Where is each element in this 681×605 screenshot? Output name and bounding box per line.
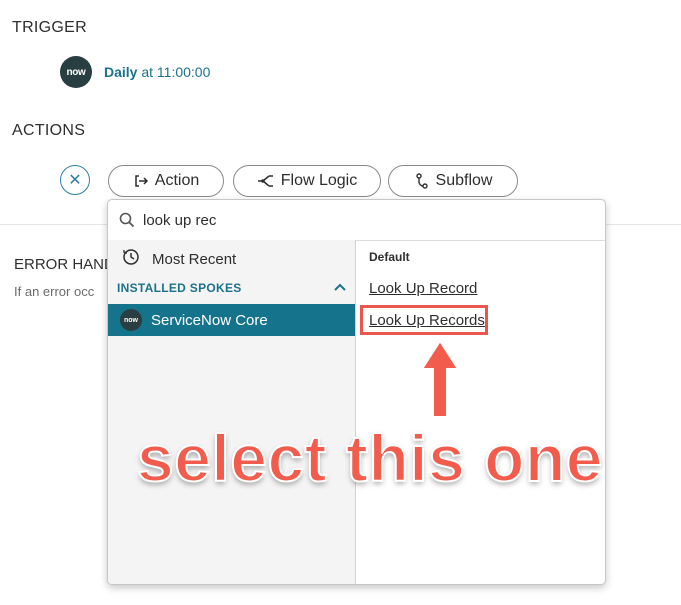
subflow-button[interactable]: Subflow <box>388 165 518 197</box>
flow-logic-button-label: Flow Logic <box>280 172 358 189</box>
results-group-label: Default <box>369 250 410 264</box>
action-button-label: Action <box>154 172 200 189</box>
result-look-up-records[interactable]: Look Up Records <box>369 312 485 329</box>
trigger-schedule-name: Daily <box>104 64 138 80</box>
trigger-section-title: TRIGGER <box>12 19 87 36</box>
subflow-button-label: Subflow <box>435 172 493 189</box>
close-icon: ✕ <box>68 172 82 189</box>
flow-logic-button[interactable]: Flow Logic <box>233 165 381 197</box>
trigger-schedule[interactable]: Daily at 11:00:00 <box>104 64 210 80</box>
chevron-up-icon <box>333 281 347 295</box>
search-icon <box>119 212 135 228</box>
annotation-arrow-icon <box>420 339 460 418</box>
close-picker-button[interactable]: ✕ <box>60 165 90 195</box>
most-recent-item[interactable]: Most Recent <box>122 248 236 270</box>
trigger-row[interactable]: now Daily at 11:00:00 <box>60 56 210 88</box>
installed-spokes-label: INSTALLED SPOKES <box>117 281 242 295</box>
servicenow-spoke-logo-icon: now <box>120 309 142 331</box>
annotation-text: select this one <box>136 420 604 496</box>
action-button[interactable]: Action <box>108 165 224 197</box>
search-bar <box>108 200 605 241</box>
clock-icon <box>122 248 140 270</box>
search-input[interactable] <box>141 210 545 230</box>
spoke-item-servicenow-core[interactable]: now ServiceNow Core <box>108 304 355 336</box>
action-picker-dropdown: Most Recent INSTALLED SPOKES now Service… <box>107 199 606 585</box>
installed-spokes-header[interactable]: INSTALLED SPOKES <box>117 281 347 295</box>
results-pane: Default Look Up Record Look Up Records <box>356 240 605 584</box>
error-handler-subtitle: If an error occ <box>14 284 95 299</box>
subflow-icon <box>414 173 430 189</box>
actions-section-title: ACTIONS <box>12 122 86 139</box>
flow-logic-icon <box>257 173 275 189</box>
error-handler-title: ERROR HAND <box>14 256 115 273</box>
action-icon <box>133 173 149 189</box>
most-recent-label: Most Recent <box>152 250 237 268</box>
result-look-up-record[interactable]: Look Up Record <box>369 280 477 297</box>
servicenow-logo-icon: now <box>60 56 92 88</box>
spoke-item-label: ServiceNow Core <box>151 311 268 329</box>
trigger-schedule-time: at 11:00:00 <box>137 64 211 80</box>
category-pane: Most Recent INSTALLED SPOKES now Service… <box>108 240 356 584</box>
